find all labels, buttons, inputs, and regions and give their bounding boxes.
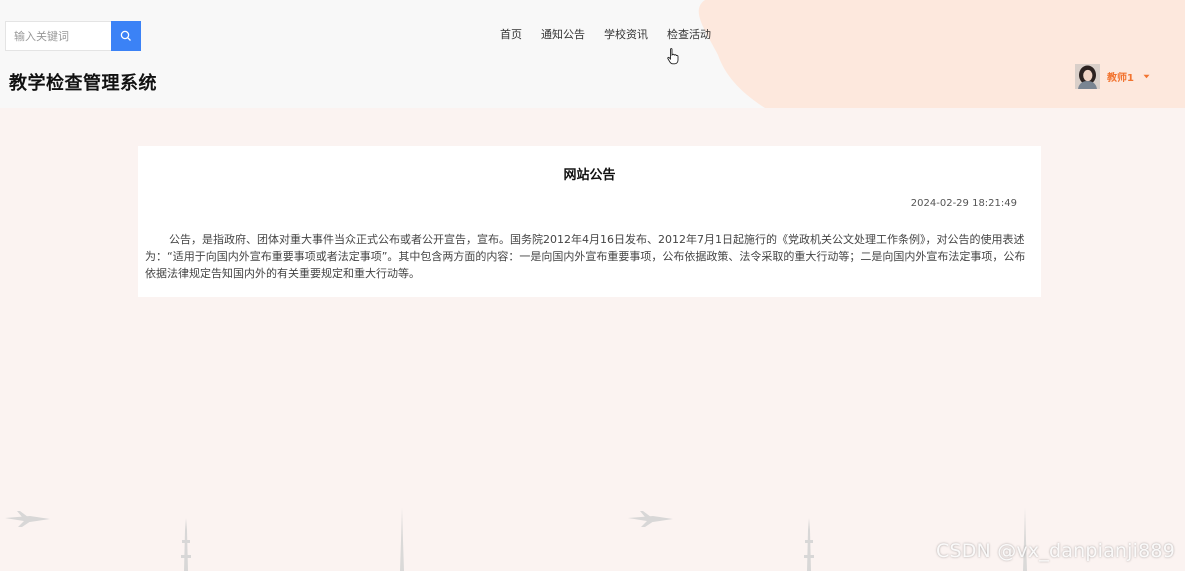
user-menu[interactable]: 教师1: [1075, 64, 1150, 89]
nav-item-school-news[interactable]: 学校资讯: [604, 26, 648, 42]
notice-card: 网站公告 2024-02-29 18:21:49 公告，是指政府、团体对重大事件…: [138, 146, 1041, 297]
search-box: [5, 21, 141, 51]
notice-date: 2024-02-29 18:21:49: [910, 198, 1017, 209]
watermark: CSDN @vx_danpianji889: [936, 540, 1175, 562]
nav-item-inspection-activities[interactable]: 检查活动: [667, 26, 711, 42]
header: 首页 通知公告 学校资讯 检查活动 教学检查管理系统 教师1: [0, 0, 1185, 108]
notice-title: 网站公告: [563, 168, 616, 183]
main-nav: 首页 通知公告 学校资讯 检查活动: [500, 26, 730, 42]
search-icon: [120, 30, 131, 41]
avatar: [1075, 64, 1100, 89]
header-decoration: [698, 0, 1185, 108]
nav-item-notices[interactable]: 通知公告: [541, 26, 585, 42]
nav-item-home[interactable]: 首页: [500, 26, 522, 42]
chevron-down-icon: [1143, 74, 1150, 79]
user-name: 教师1: [1107, 73, 1134, 84]
notice-body: 公告，是指政府、团体对重大事件当众正式公布或者公开宣告，宣布。国务院2012年4…: [145, 233, 1026, 280]
search-button[interactable]: [111, 21, 141, 51]
search-input[interactable]: [6, 22, 111, 50]
hand-cursor-icon: [667, 48, 679, 65]
site-title: 教学检查管理系统: [9, 73, 157, 94]
